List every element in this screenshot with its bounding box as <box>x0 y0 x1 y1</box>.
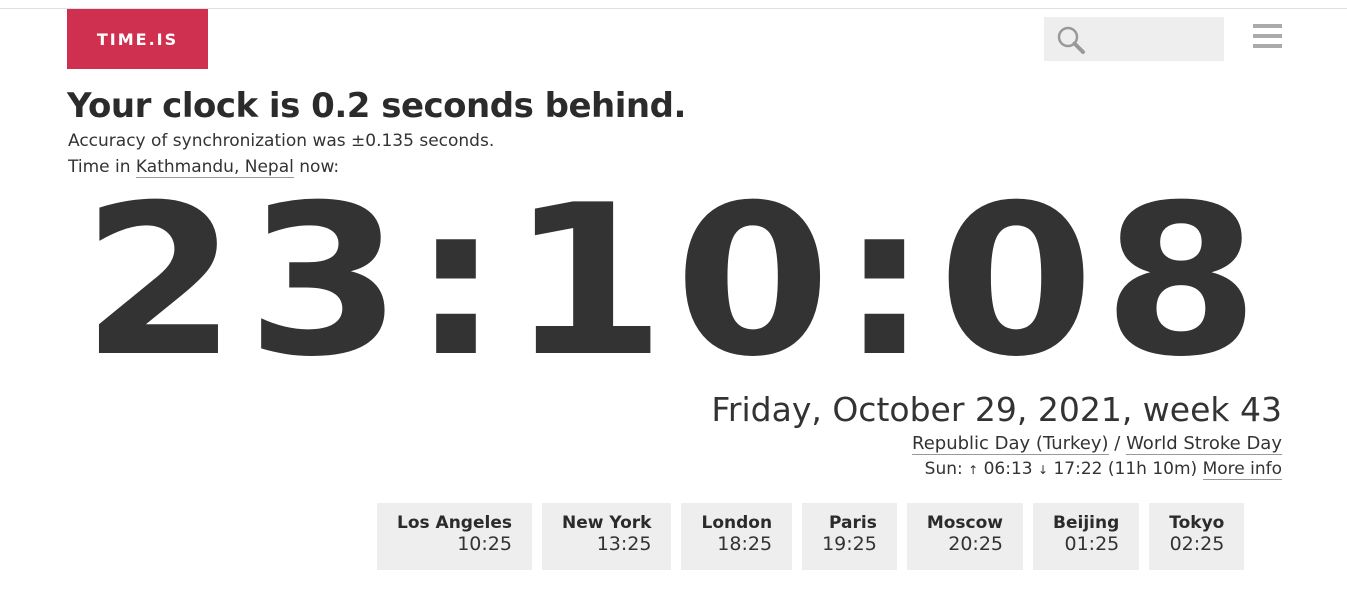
city-los-angeles[interactable]: Los Angeles 10:25 <box>377 503 532 570</box>
holiday-link-world-stroke-day[interactable]: World Stroke Day <box>1126 433 1282 455</box>
sunset-time: 17:22 (11h 10m) <box>1048 459 1203 479</box>
sun-label: Sun: <box>924 459 969 479</box>
city-name: New York <box>561 513 652 533</box>
city-time: 19:25 <box>822 533 877 555</box>
city-tokyo[interactable]: Tokyo 02:25 <box>1149 503 1245 570</box>
holidays-line: Republic Day (Turkey) / World Stroke Day <box>912 433 1282 455</box>
more-info-link[interactable]: More info <box>1202 459 1282 480</box>
holiday-separator: / <box>1108 433 1127 454</box>
date-text: Friday, October 29, 2021, week 43 <box>711 390 1282 429</box>
city-moscow[interactable]: Moscow 20:25 <box>906 503 1024 570</box>
city-beijing[interactable]: Beijing 01:25 <box>1033 503 1140 570</box>
city-paris[interactable]: Paris 19:25 <box>802 503 897 570</box>
search-input[interactable] <box>1044 17 1224 61</box>
city-name: Los Angeles <box>397 513 512 533</box>
city-name: Beijing <box>1053 513 1120 533</box>
city-name: Tokyo <box>1169 513 1225 533</box>
hamburger-menu-icon[interactable] <box>1253 24 1283 52</box>
accuracy-text: Accuracy of synchronization was ±0.135 s… <box>68 131 495 151</box>
city-time: 10:25 <box>457 533 512 555</box>
sunrise-arrow-icon: ↑ <box>968 463 979 477</box>
city-time: 01:25 <box>1064 533 1120 555</box>
holiday-link-republic-day[interactable]: Republic Day (Turkey) <box>912 433 1109 455</box>
city-new-york[interactable]: New York 13:25 <box>541 503 672 570</box>
sync-headline: Your clock is 0.2 seconds behind. <box>67 86 686 126</box>
city-time: 02:25 <box>1169 533 1225 555</box>
logo[interactable]: TIME.IS <box>67 9 208 69</box>
city-name: London <box>701 513 773 533</box>
city-time: 13:25 <box>596 533 652 555</box>
main-clock: 23:10:08 <box>81 161 1268 403</box>
city-name: Moscow <box>926 513 1004 533</box>
search-icon <box>1057 26 1085 54</box>
sun-info: Sun: ↑ 06:13 ↓ 17:22 (11h 10m) More info <box>924 459 1282 480</box>
sunrise-time: 06:13 <box>978 459 1039 479</box>
city-time: 20:25 <box>948 533 1004 555</box>
city-clocks: Los Angeles 10:25 New York 13:25 London … <box>377 503 1245 570</box>
city-name: Paris <box>829 513 877 533</box>
city-time: 18:25 <box>717 533 773 555</box>
city-london[interactable]: London 18:25 <box>681 503 793 570</box>
sunset-arrow-icon: ↓ <box>1038 463 1049 477</box>
